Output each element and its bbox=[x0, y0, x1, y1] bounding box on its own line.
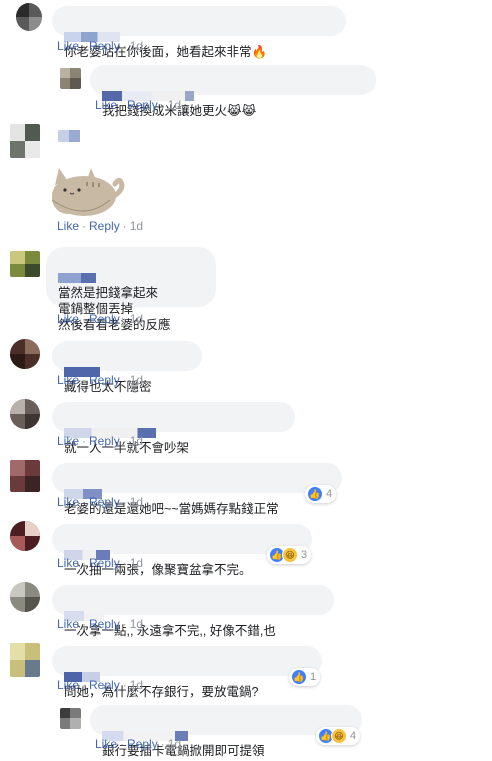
like-link[interactable]: Like bbox=[57, 219, 79, 233]
reply-actions: Like · Reply · 1d bbox=[95, 98, 182, 112]
comment-actions: Like · Reply · 1d bbox=[57, 312, 144, 326]
like-link[interactable]: Like bbox=[57, 678, 79, 692]
reply-link[interactable]: Reply bbox=[89, 312, 120, 326]
comment-bubble: 當然是把錢拿起來 電鍋整個丟掉 然後看看老婆的反應 bbox=[46, 247, 216, 332]
comment-bubble: 一次拿一點,, 永遠拿不完,, 好像不錯,也 bbox=[52, 585, 334, 638]
like-link[interactable]: Like bbox=[57, 617, 79, 631]
timestamp[interactable]: 1d bbox=[130, 678, 143, 692]
commenter-avatar[interactable] bbox=[10, 124, 40, 158]
comment-actions: Like · Reply · 1d bbox=[57, 39, 144, 53]
timestamp[interactable]: 1d bbox=[130, 373, 143, 387]
comment-actions: Like · Reply · 1d bbox=[57, 495, 144, 509]
like-link[interactable]: Like bbox=[95, 737, 117, 751]
reply-link[interactable]: Reply bbox=[127, 98, 158, 112]
comment-actions: Like · Reply · 1d bbox=[57, 556, 144, 570]
reaction-count-badge[interactable]: 👍 😆 3 bbox=[267, 546, 312, 564]
comment-actions: Like · Reply · 1d bbox=[57, 678, 144, 692]
reply-link[interactable]: Reply bbox=[89, 617, 120, 631]
like-link[interactable]: Like bbox=[57, 39, 79, 53]
commenter-avatar[interactable] bbox=[60, 708, 81, 729]
timestamp[interactable]: 1d bbox=[130, 617, 143, 631]
reaction-count-badge[interactable]: 👍 4 bbox=[305, 485, 337, 503]
commenter-avatar[interactable] bbox=[10, 643, 40, 677]
reply-link[interactable]: Reply bbox=[127, 737, 158, 751]
comment-bubble: 老婆的還是還她吧~~當媽媽存點錢正常 bbox=[52, 463, 342, 516]
commenter-avatar[interactable] bbox=[16, 3, 42, 31]
reply-link[interactable]: Reply bbox=[89, 373, 120, 387]
commenter-name-blurred[interactable] bbox=[58, 130, 80, 142]
comment-actions: Like · Reply · 1d bbox=[57, 434, 144, 448]
commenter-avatar[interactable] bbox=[10, 460, 40, 492]
reply-link[interactable]: Reply bbox=[89, 39, 120, 53]
like-link[interactable]: Like bbox=[95, 98, 117, 112]
reply-link[interactable]: Reply bbox=[89, 434, 120, 448]
commenter-avatar[interactable] bbox=[10, 339, 40, 369]
haha-reaction-icon: 😆 bbox=[331, 728, 347, 744]
timestamp[interactable]: 1d bbox=[168, 737, 181, 751]
like-reaction-icon: 👍 bbox=[307, 486, 323, 502]
reply-actions: Like · Reply · 1d bbox=[95, 737, 182, 751]
timestamp[interactable]: 1d bbox=[130, 219, 143, 233]
timestamp[interactable]: 1d bbox=[130, 39, 143, 53]
timestamp[interactable]: 1d bbox=[168, 98, 181, 112]
like-reaction-icon: 👍 bbox=[291, 669, 307, 685]
reply-link[interactable]: Reply bbox=[89, 219, 120, 233]
reply-link[interactable]: Reply bbox=[89, 556, 120, 570]
comment-actions: Like · Reply · 1d bbox=[57, 617, 144, 631]
commenter-avatar[interactable] bbox=[10, 399, 40, 429]
reply-bubble: 我把錢換成米讓她更火😹😹 bbox=[90, 65, 376, 118]
like-link[interactable]: Like bbox=[57, 434, 79, 448]
commenter-avatar[interactable] bbox=[10, 582, 40, 612]
commenter-avatar[interactable] bbox=[10, 251, 40, 277]
timestamp[interactable]: 1d bbox=[130, 434, 143, 448]
comment-actions: Like · Reply · 1d bbox=[57, 219, 144, 233]
like-link[interactable]: Like bbox=[57, 556, 79, 570]
reply-link[interactable]: Reply bbox=[89, 495, 120, 509]
comment-bubble: 問她，為什麼不存銀行，要放電鍋? bbox=[52, 646, 322, 699]
timestamp[interactable]: 1d bbox=[130, 312, 143, 326]
comment-bubble: 藏得也太不隱密 bbox=[52, 341, 202, 394]
like-link[interactable]: Like bbox=[57, 373, 79, 387]
commenter-name-blurred[interactable] bbox=[58, 272, 96, 283]
timestamp[interactable]: 1d bbox=[130, 495, 143, 509]
comment-bubble: 你老婆站在你後面，她看起來非常🔥 bbox=[52, 6, 346, 59]
comment-bubble: 就一人一半就不會吵架 bbox=[52, 402, 295, 455]
pusheen-cat-sticker bbox=[47, 160, 127, 218]
timestamp[interactable]: 1d bbox=[130, 556, 143, 570]
reply-link[interactable]: Reply bbox=[89, 678, 120, 692]
like-link[interactable]: Like bbox=[57, 312, 79, 326]
commenter-avatar[interactable] bbox=[10, 521, 40, 551]
reaction-count-badge[interactable]: 👍 😆 4 bbox=[316, 727, 361, 745]
like-link[interactable]: Like bbox=[57, 495, 79, 509]
reaction-count-badge[interactable]: 👍 1 bbox=[289, 668, 321, 686]
commenter-avatar[interactable] bbox=[60, 68, 81, 89]
haha-reaction-icon: 😆 bbox=[282, 547, 298, 563]
comment-actions: Like · Reply · 1d bbox=[57, 373, 144, 387]
